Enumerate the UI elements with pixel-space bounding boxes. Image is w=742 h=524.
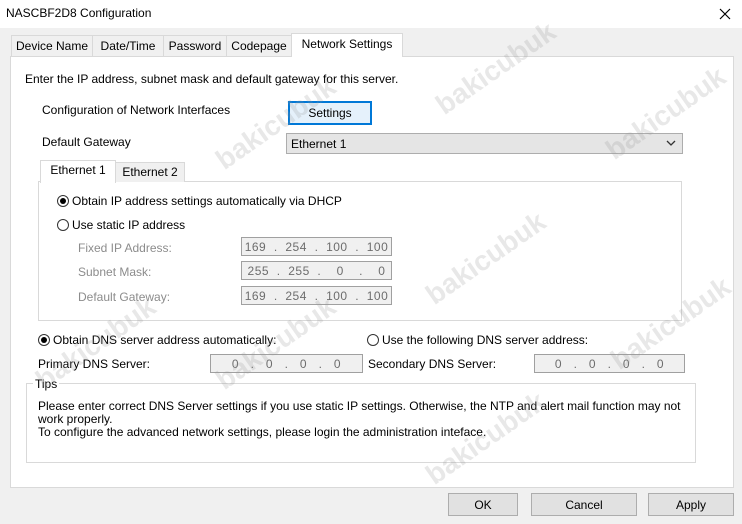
default-gateway-value: Ethernet 1 (291, 136, 347, 151)
subnet-mask-label: Subnet Mask: (78, 265, 152, 279)
dns-auto-label: Obtain DNS server address automatically: (53, 333, 277, 347)
tips-text: Please enter correct DNS Server settings… (38, 400, 688, 439)
settings-button[interactable]: Settings (288, 101, 372, 125)
window-title: NASCBF2D8 Configuration (6, 6, 152, 20)
interfaces-label: Configuration of Network Interfaces (42, 103, 231, 117)
close-icon (719, 8, 731, 20)
secondary-dns-input[interactable]: 0 . 0 . 0 . 0 (534, 354, 685, 373)
static-ip-label: Use static IP address (72, 218, 186, 232)
default-gateway-select[interactable]: Ethernet 1 (286, 133, 683, 154)
dns-auto-radio[interactable] (38, 334, 50, 346)
cancel-button[interactable]: Cancel (531, 493, 637, 516)
fixed-ip-input[interactable]: 169 . 254 . 100 . 100 (241, 237, 392, 256)
radio-selected-dot (41, 337, 47, 343)
static-ip-radio[interactable] (57, 219, 69, 231)
ok-button[interactable]: OK (448, 493, 518, 516)
default-gateway-label: Default Gateway (42, 135, 131, 149)
tips-line-1: Please enter correct DNS Server settings… (38, 399, 681, 426)
tab-ethernet-1[interactable]: Ethernet 1 (40, 160, 116, 183)
gateway-input[interactable]: 169 . 254 . 100 . 100 (241, 286, 392, 305)
intro-text: Enter the IP address, subnet mask and de… (25, 72, 399, 86)
tab-date-time[interactable]: Date/Time (92, 35, 164, 56)
gateway-label: Default Gateway: (78, 290, 171, 304)
dns-manual-radio[interactable] (367, 334, 379, 346)
apply-button[interactable]: Apply (648, 493, 734, 516)
tab-device-name[interactable]: Device Name (11, 35, 93, 56)
tab-ethernet-2[interactable]: Ethernet 2 (115, 162, 185, 182)
primary-dns-label: Primary DNS Server: (38, 357, 151, 371)
dhcp-label: Obtain IP address settings automatically… (72, 194, 342, 208)
dhcp-radio[interactable] (57, 195, 69, 207)
secondary-dns-label: Secondary DNS Server: (368, 357, 497, 371)
tips-line-2: To configure the advanced network settin… (38, 425, 487, 439)
tab-network-settings[interactable]: Network Settings (291, 33, 403, 57)
fixed-ip-label: Fixed IP Address: (78, 241, 172, 255)
tab-password[interactable]: Password (163, 35, 227, 56)
dns-manual-label: Use the following DNS server address: (382, 333, 589, 347)
subnet-mask-input[interactable]: 255 . 255 . 0 . 0 (241, 261, 392, 280)
primary-dns-input[interactable]: 0 . 0 . 0 . 0 (210, 354, 363, 373)
close-button[interactable] (710, 2, 740, 26)
chevron-down-icon (666, 140, 676, 146)
tab-codepage[interactable]: Codepage (226, 35, 292, 56)
radio-selected-dot (60, 198, 66, 204)
tips-label: Tips (33, 377, 60, 391)
